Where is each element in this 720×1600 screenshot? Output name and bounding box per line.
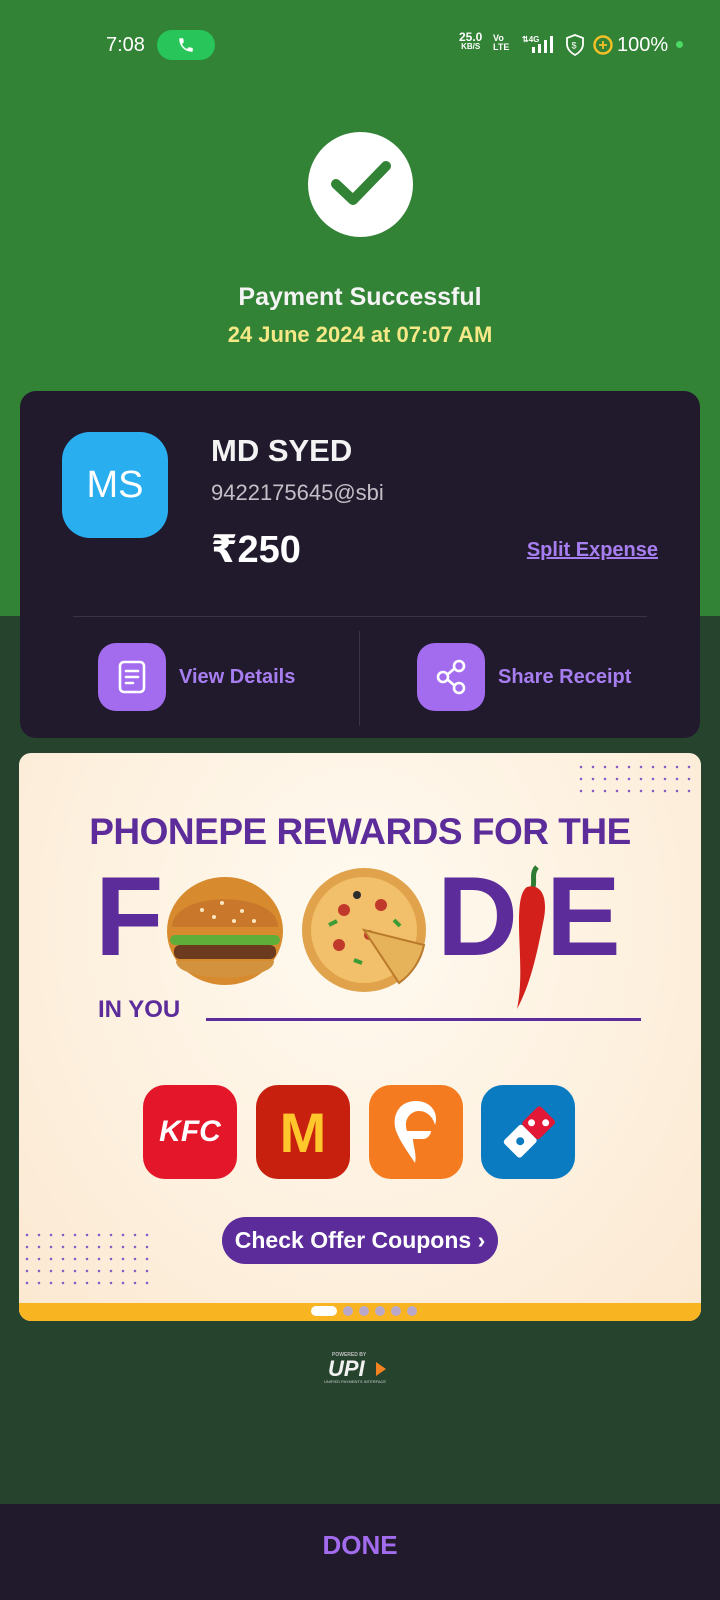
- payment-datetime: 24 June 2024 at 07:07 AM: [227, 322, 493, 347]
- view-details-label: View Details: [179, 665, 296, 688]
- checkmark-icon: [331, 161, 391, 205]
- swiggy-logo[interactable]: [369, 1085, 463, 1179]
- pizza-icon: [302, 868, 426, 992]
- status-bar: 7:08 25.0 KB/S Vo LTE ⇅4G $ 100%: [0, 26, 720, 66]
- document-icon: [118, 660, 146, 694]
- banner-headline: PHONEPE REWARDS FOR THE: [89, 811, 631, 852]
- payee-avatar: MS: [62, 432, 168, 538]
- signal-icon: ⇅4G: [522, 35, 553, 53]
- ongoing-call-indicator[interactable]: [157, 30, 215, 60]
- phone-icon: [179, 38, 193, 52]
- volte-indicator: Vo LTE: [493, 33, 510, 52]
- burger-icon: [167, 877, 283, 985]
- payee-card: MS MD SYED 9422175645@sbi ₹250 Split Exp…: [20, 391, 700, 738]
- battery-level: 100%: [617, 34, 669, 56]
- done-button[interactable]: DONE: [0, 1530, 720, 1561]
- pager-dot[interactable]: [343, 1306, 353, 1316]
- swiggy-icon: [394, 1101, 437, 1163]
- card-divider: [73, 616, 647, 617]
- upi-arrow-icon: [376, 1362, 386, 1376]
- mcdonalds-logo[interactable]: M: [256, 1085, 350, 1179]
- dominos-logo[interactable]: [481, 1085, 575, 1179]
- banner-pager[interactable]: [0, 1306, 720, 1316]
- svg-text:$: $: [572, 41, 577, 51]
- pager-dot[interactable]: [391, 1306, 401, 1316]
- svg-text:⇅4G: ⇅4G: [522, 35, 539, 44]
- check-offer-coupons-button[interactable]: Check Offer Coupons ›: [222, 1217, 498, 1264]
- privacy-indicator-dot: [676, 41, 683, 48]
- pager-dot[interactable]: [375, 1306, 385, 1316]
- share-icon: [436, 659, 466, 695]
- upi-subtitle: UNIFIED PAYMENTS INTERFACE: [324, 1379, 387, 1384]
- pager-dot[interactable]: [311, 1306, 337, 1316]
- banner-letter: E: [546, 854, 621, 979]
- banner-underline: [206, 1018, 641, 1021]
- payment-amount: ₹250: [211, 529, 301, 571]
- offer-banner[interactable]: PHONEPE REWARDS FOR THE F D E IN YOU KFC…: [19, 753, 701, 1321]
- banner-letter: F: [95, 854, 164, 979]
- network-speed: 25.0 KB/S: [459, 30, 483, 51]
- split-expense-link[interactable]: Split Expense: [527, 539, 658, 562]
- share-receipt-label: Share Receipt: [498, 665, 632, 688]
- security-shield-icon: $: [566, 34, 584, 56]
- banner-subline: IN YOU: [98, 996, 181, 1023]
- pager-dot[interactable]: [407, 1306, 417, 1316]
- kfc-logo[interactable]: KFC: [143, 1085, 237, 1179]
- view-details-button[interactable]: View Details: [98, 643, 295, 711]
- payee-upi-id: 9422175645@sbi: [211, 480, 384, 505]
- dominos-icon: [503, 1106, 556, 1158]
- upi-logo: POWERED BY UPI UNIFIED PAYMENTS INTERFAC…: [320, 1352, 400, 1386]
- pager-dot[interactable]: [359, 1306, 369, 1316]
- payee-name: MD SYED: [211, 433, 353, 468]
- success-check-badge: [308, 132, 413, 237]
- status-time: 7:08: [106, 34, 145, 56]
- actions-divider: [359, 631, 360, 726]
- bottom-action-bar: DONE: [0, 1504, 720, 1600]
- banner-letter: D: [437, 854, 518, 979]
- coin-icon: [593, 35, 613, 55]
- decorative-dots: [575, 761, 695, 797]
- share-icon-box: [417, 643, 485, 711]
- decorative-dots: [21, 1229, 151, 1289]
- document-icon-box: [98, 643, 166, 711]
- payment-status-title: Payment Successful: [238, 283, 482, 311]
- share-receipt-button[interactable]: Share Receipt: [417, 643, 631, 711]
